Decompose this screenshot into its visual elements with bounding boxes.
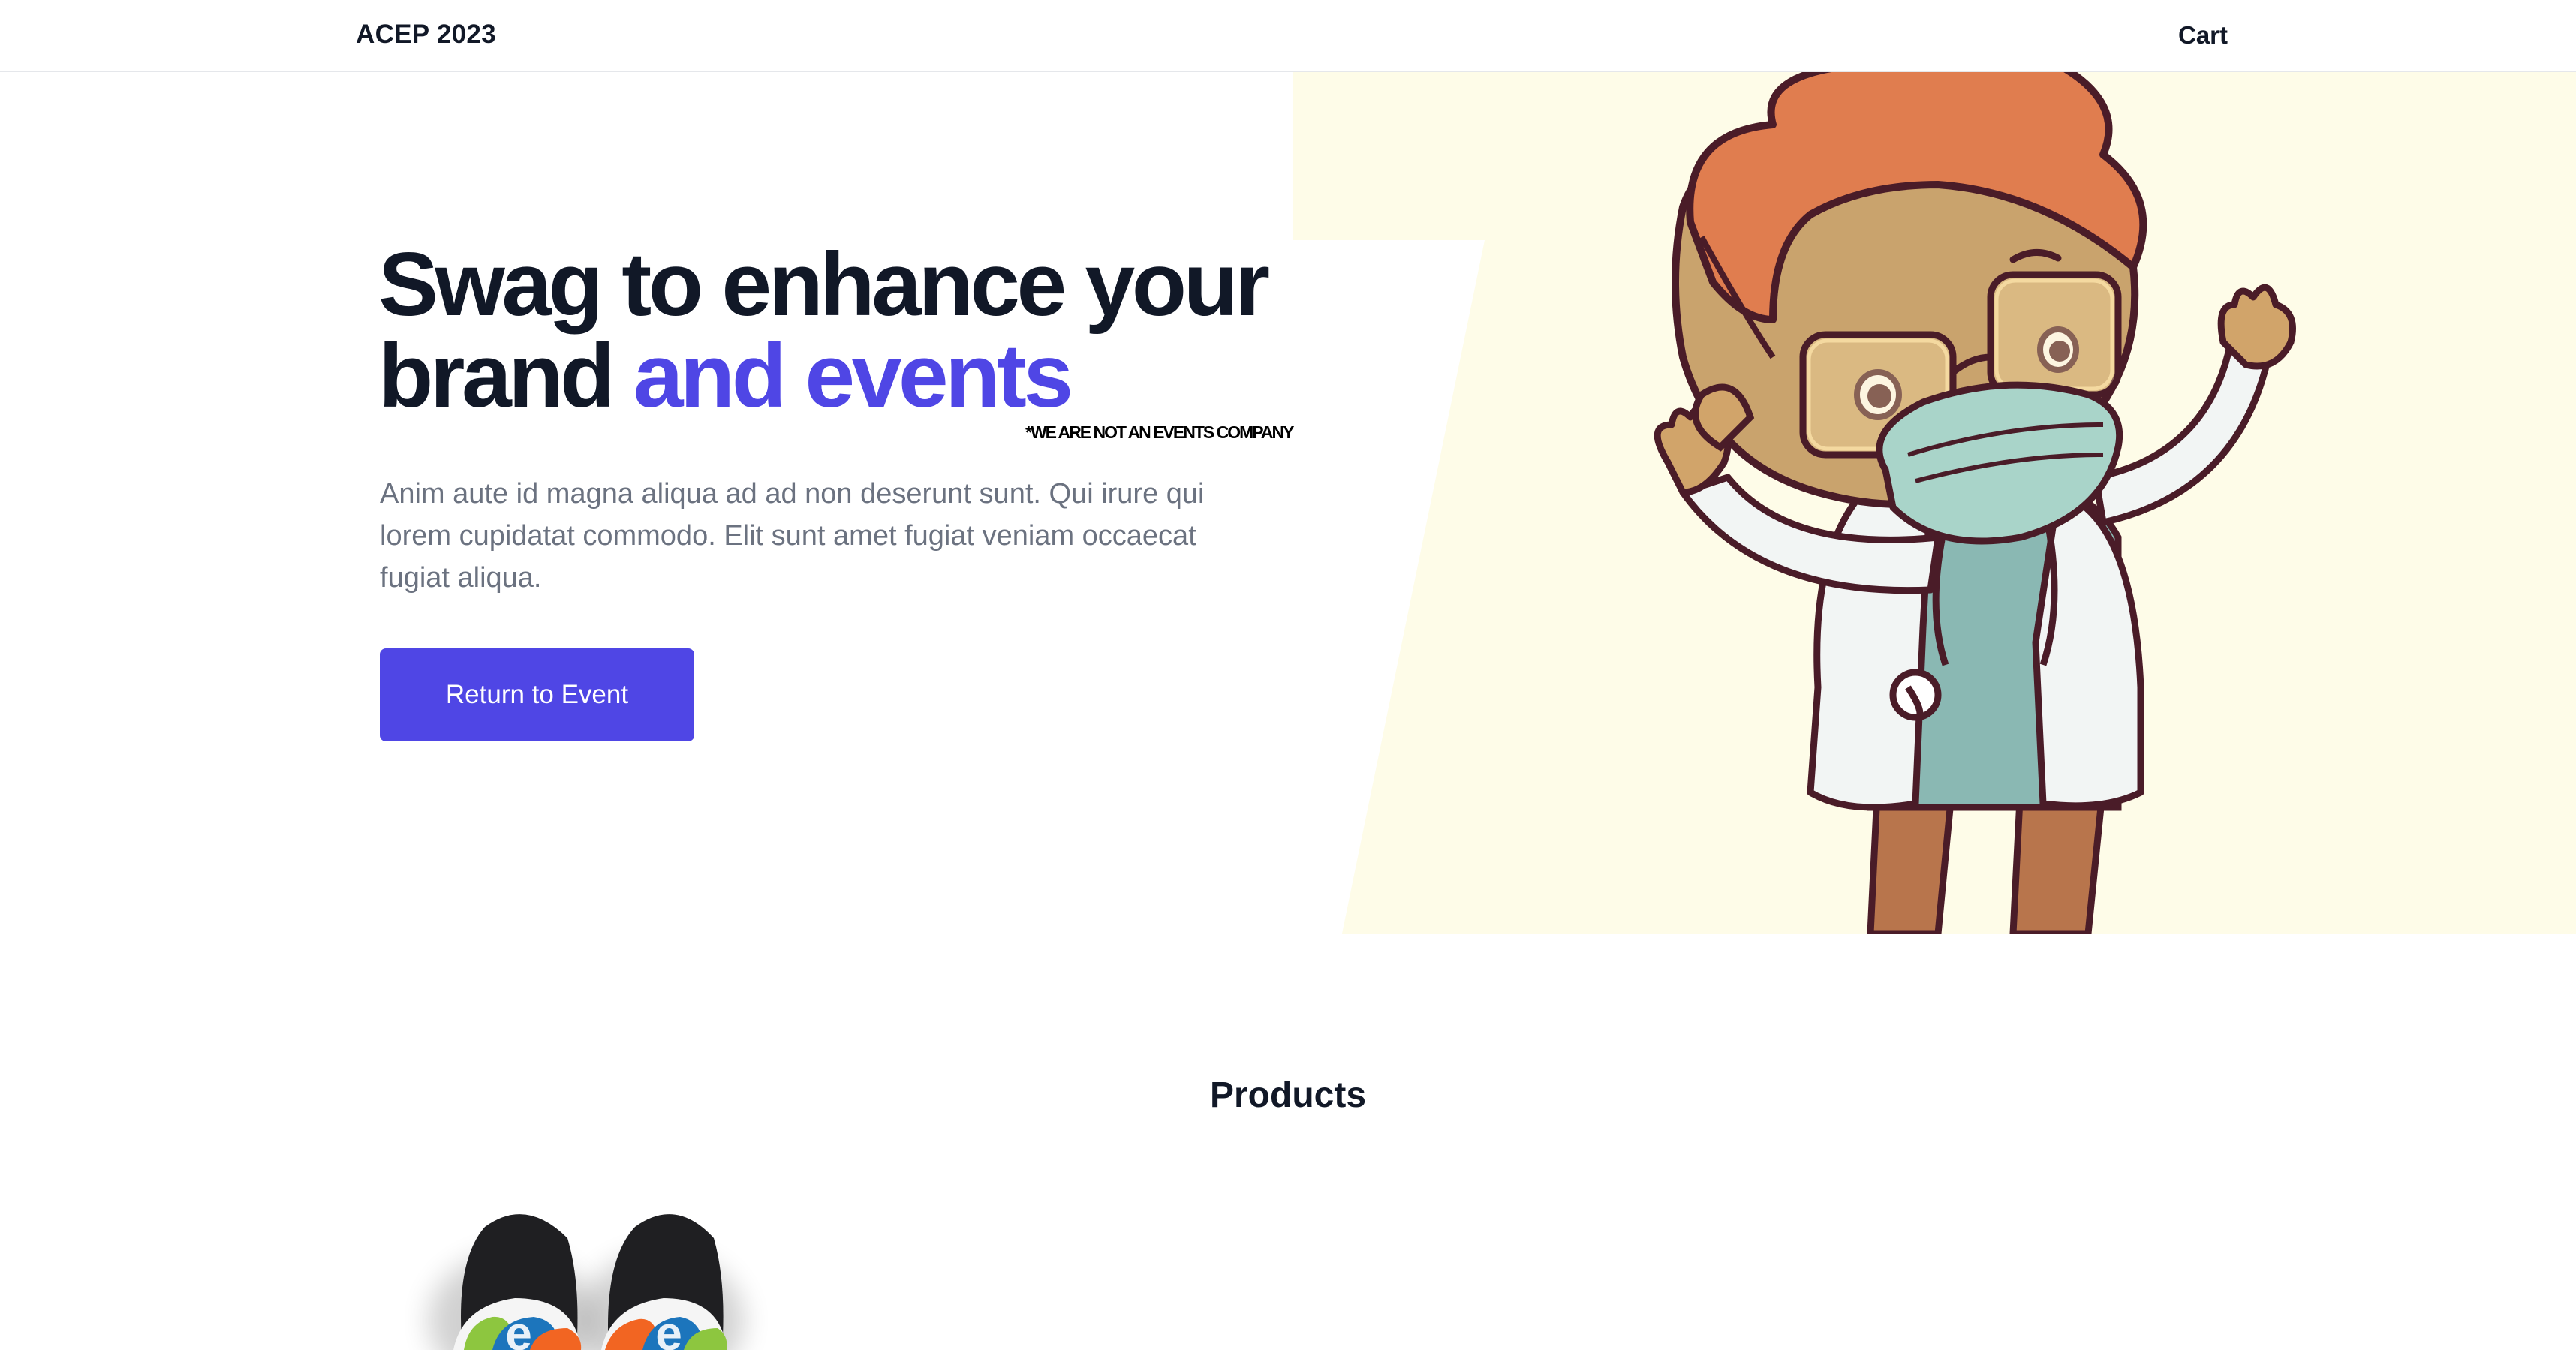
hero-disclaimer: *WE ARE NOT AN EVENTS COMPANY [1025,422,1294,442]
products-heading: Products [1209,1075,1367,1115]
product-card[interactable]: e e [380,1193,785,1350]
hero-title: Swag to enhance your brand and events [378,239,1324,422]
svg-text:e: e [655,1306,682,1350]
return-to-event-button[interactable]: Return to Event [380,648,694,741]
hero-illustration-panel [1293,72,2576,934]
hero-description: Anim aute id magna aliqua ad ad non dese… [380,478,1205,594]
slide-sandals-product-image: e e [429,1214,744,1350]
site-header: ACEP 2023 Cart [0,0,2576,72]
svg-text:e: e [505,1306,532,1350]
doctor-mascot-illustration [1293,72,2576,934]
hero-title-accent: and events [633,326,1073,426]
cart-link[interactable]: Cart [2178,21,2228,50]
brand-logo-link[interactable]: ACEP 2023 [356,20,496,50]
